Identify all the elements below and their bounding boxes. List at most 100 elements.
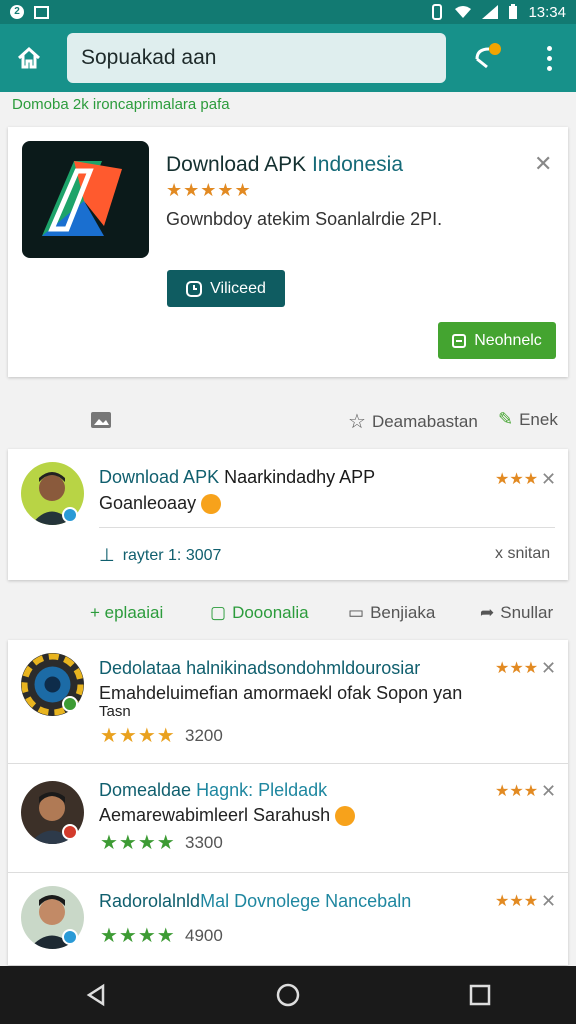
- chart-icon: ⊥: [99, 545, 115, 565]
- review-meta-right: x snitan: [495, 545, 551, 562]
- list-item-title-part1: Radorolalnld: [99, 891, 201, 911]
- list-item-count: 3200: [185, 726, 223, 745]
- more-options-button[interactable]: [534, 38, 564, 78]
- favorites-label: Deamabastan: [371, 411, 478, 431]
- recents-icon: [469, 984, 491, 1006]
- review-subtitle: Goanleoaay: [99, 493, 222, 515]
- divider: [99, 527, 555, 528]
- list-item-title: RadorolalnldMal Dovnolege Nancebaln: [99, 891, 411, 912]
- review-title-part2: Naarkindadhy APP: [224, 467, 376, 487]
- dot: [546, 45, 552, 51]
- forward-icon: ➦: [480, 603, 495, 622]
- edit-label: Enek: [519, 409, 558, 429]
- list-item-subtitle: Emahdeluimefian amormaekl ofak Sopon yan: [99, 683, 463, 703]
- close-icon[interactable]: ✕: [541, 658, 556, 679]
- image-notification-icon: [34, 5, 49, 19]
- list-item-title: Domealdae Hagnk: Pleldadk: [99, 780, 327, 801]
- list-item-title: Dedolataa halnikinadsondohmldourosiar: [99, 658, 421, 678]
- search-input[interactable]: Sopuakad aan: [67, 33, 446, 83]
- install-icon: [452, 333, 467, 348]
- edit-button[interactable]: ✎ Enek: [498, 409, 558, 430]
- section-subheader: Domoba 2k ironcaprimalara pafa: [12, 96, 230, 113]
- list-item-title-part2: Mal Dovnolege Nancebaln: [200, 891, 412, 911]
- share-action[interactable]: ➦ Snullar: [480, 603, 553, 623]
- home-icon: [17, 46, 41, 69]
- review-meta-left: rayter 1: 3007: [122, 546, 222, 564]
- list-item-rating: ★★★: [495, 783, 539, 800]
- close-icon[interactable]: ✕: [534, 151, 552, 177]
- list-item-count: 4900: [185, 926, 223, 945]
- review-card[interactable]: Download APK Naarkindadhy APP Goanleoaay…: [8, 449, 568, 580]
- review-meta: ⊥ rayter 1: 3007: [99, 545, 221, 566]
- list-item-stars: ★★★★: [100, 725, 176, 747]
- gallery-button[interactable]: [90, 409, 112, 429]
- favorites-button[interactable]: ☆ Deamabastan: [348, 409, 478, 434]
- navigation-bar: [0, 966, 576, 1024]
- install-button[interactable]: Neohnelc: [438, 322, 556, 359]
- list-item-title-part1: Domealdae: [99, 780, 197, 800]
- list-item-subtitle-text: Aemarewabimleerl Sarahush: [99, 805, 331, 825]
- verified-badge-icon: [62, 507, 78, 523]
- list-item-stars: ★★★★: [100, 925, 176, 947]
- app-title-part1: Download APK: [166, 153, 312, 176]
- notification-icon: 2: [10, 5, 24, 19]
- list-item[interactable]: Domealdae Hagnk: Pleldadk Aemarewabimlee…: [8, 764, 568, 872]
- verified-badge-icon: [62, 929, 78, 945]
- install-label: Neohnelc: [474, 331, 542, 349]
- share-button[interactable]: [466, 38, 506, 78]
- reply-action[interactable]: ▭ Benjiaka: [348, 603, 435, 623]
- list-item[interactable]: Dedolataa halnikinadsondohmldourosiar Em…: [8, 640, 568, 748]
- emoji-icon: [201, 494, 222, 515]
- comment-icon: ▢: [210, 603, 227, 622]
- list-item-count: 3300: [185, 833, 223, 852]
- list-item-rating: ★★★: [495, 660, 539, 677]
- close-icon[interactable]: ✕: [541, 469, 556, 490]
- home-nav-button[interactable]: [258, 966, 318, 1024]
- list-item-title-part2: Hagnk: Pleldadk: [196, 780, 328, 800]
- clock-icon: [186, 280, 203, 297]
- battery-icon: [509, 4, 518, 19]
- reply-action-label: Benjiaka: [370, 603, 436, 622]
- filter-row: ☆ Deamabastan ✎ Enek: [0, 395, 576, 445]
- emoji-icon: [335, 806, 356, 827]
- gallery-icon: [91, 412, 111, 428]
- edit-icon: ✎: [498, 409, 514, 429]
- wifi-icon: [455, 6, 472, 18]
- verified-badge-icon: [62, 824, 78, 840]
- close-icon[interactable]: ✕: [541, 781, 556, 802]
- back-button[interactable]: [66, 966, 126, 1024]
- review-title: Download APK Naarkindadhy APP: [99, 467, 375, 488]
- list-item-stars: ★★★★: [100, 832, 176, 854]
- status-bar: 2 13:34: [0, 0, 576, 24]
- list-item-subtitle-2: Tasn: [99, 703, 131, 720]
- recents-button[interactable]: [450, 966, 510, 1024]
- signal-icon: [482, 5, 499, 19]
- message-icon: ▭: [348, 603, 365, 622]
- add-action-label: + eplaaiai: [90, 603, 164, 622]
- share-icon: [475, 43, 501, 69]
- app-title: Download APK Indonesia: [166, 153, 403, 177]
- featured-app-card[interactable]: Download APK Indonesia ✕ ★★★★★ Gownbdoy …: [8, 127, 568, 377]
- share-action-label: Snullar: [500, 603, 554, 622]
- app-logo-icon: [22, 141, 149, 258]
- app-description: Gownbdoy atekim Soanlalrdie 2PI.: [166, 209, 443, 229]
- app-title-part2: Indonesia: [311, 153, 404, 176]
- app-bar: Sopuakad aan: [0, 24, 576, 92]
- home-circle-icon: [276, 983, 300, 1007]
- list-item-rating: ★★★: [495, 893, 539, 910]
- dot: [546, 55, 552, 61]
- review-list: Dedolataa halnikinadsondohmldourosiar Em…: [8, 640, 568, 965]
- star-outline-icon: ☆: [348, 411, 366, 433]
- vibrate-icon: [432, 4, 443, 20]
- list-item-subtitle: Aemarewabimleerl Sarahush: [99, 805, 356, 827]
- download-action[interactable]: ▢ Dooonalia: [210, 603, 309, 623]
- add-action[interactable]: + eplaaiai: [90, 603, 163, 623]
- verified-badge-icon: [62, 696, 78, 712]
- verified-button[interactable]: Viliceed: [167, 270, 285, 307]
- close-icon[interactable]: ✕: [541, 891, 556, 912]
- review-subtitle-text: Goanleoaay: [99, 493, 197, 513]
- home-button[interactable]: [0, 24, 58, 92]
- verified-label: Viliceed: [210, 279, 266, 297]
- list-item[interactable]: RadorolalnldMal Dovnolege Nancebaln ★★★ …: [8, 873, 568, 981]
- rating-stars: ★★★★★: [166, 180, 252, 200]
